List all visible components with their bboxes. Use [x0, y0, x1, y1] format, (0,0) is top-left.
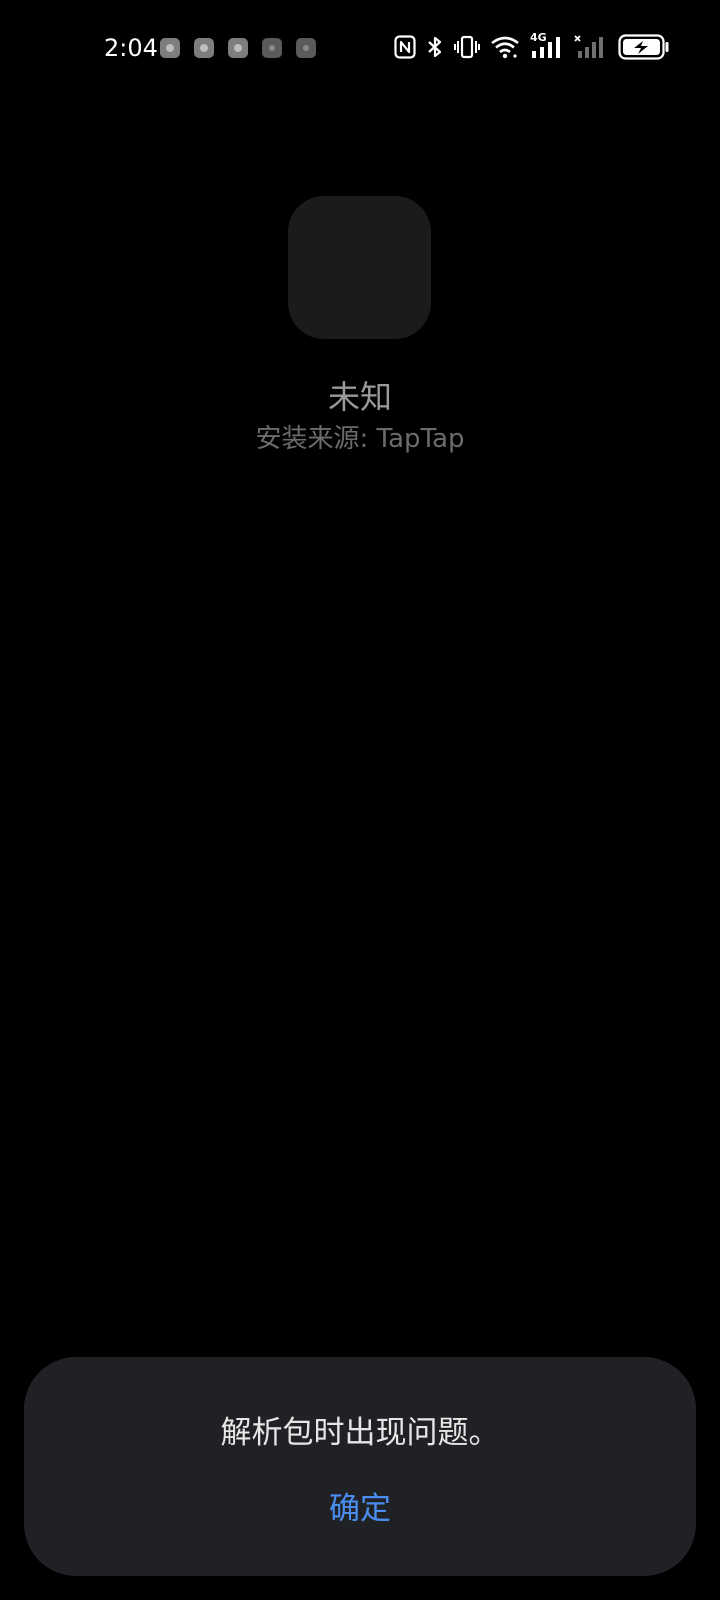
vibrate-icon: [454, 35, 480, 59]
status-right-icons: 4G: [394, 31, 670, 60]
status-time: 2:04: [104, 34, 158, 62]
confirm-button[interactable]: 确定: [310, 1475, 410, 1535]
screen: 2:04 4G 未知 安装来源: TapTap 解析包时出现问题。 确定: [0, 0, 720, 1600]
app-notification-icon: [262, 38, 282, 58]
status-bar: 2:04 4G: [0, 0, 720, 96]
battery-charging-icon: [618, 34, 669, 60]
notification-icons: [160, 38, 316, 58]
app-notification-icon: [194, 38, 214, 58]
wifi-icon: [491, 36, 519, 59]
nfc-icon: [394, 35, 416, 59]
app-notification-icon: [228, 38, 248, 58]
app-name: 未知: [327, 378, 392, 416]
app-notification-icon: [296, 38, 316, 58]
install-source: 安装来源: TapTap: [255, 424, 465, 454]
signal-no-sim-icon: [574, 35, 603, 58]
app-notification-icon: [160, 38, 180, 58]
parse-error-dialog: 解析包时出现问题。 确定: [24, 1357, 696, 1576]
signal-4g-icon: 4G: [530, 31, 564, 59]
dialog-message: 解析包时出现问题。: [220, 1415, 500, 1451]
app-icon: [288, 196, 431, 339]
bluetooth-icon: [428, 36, 442, 58]
